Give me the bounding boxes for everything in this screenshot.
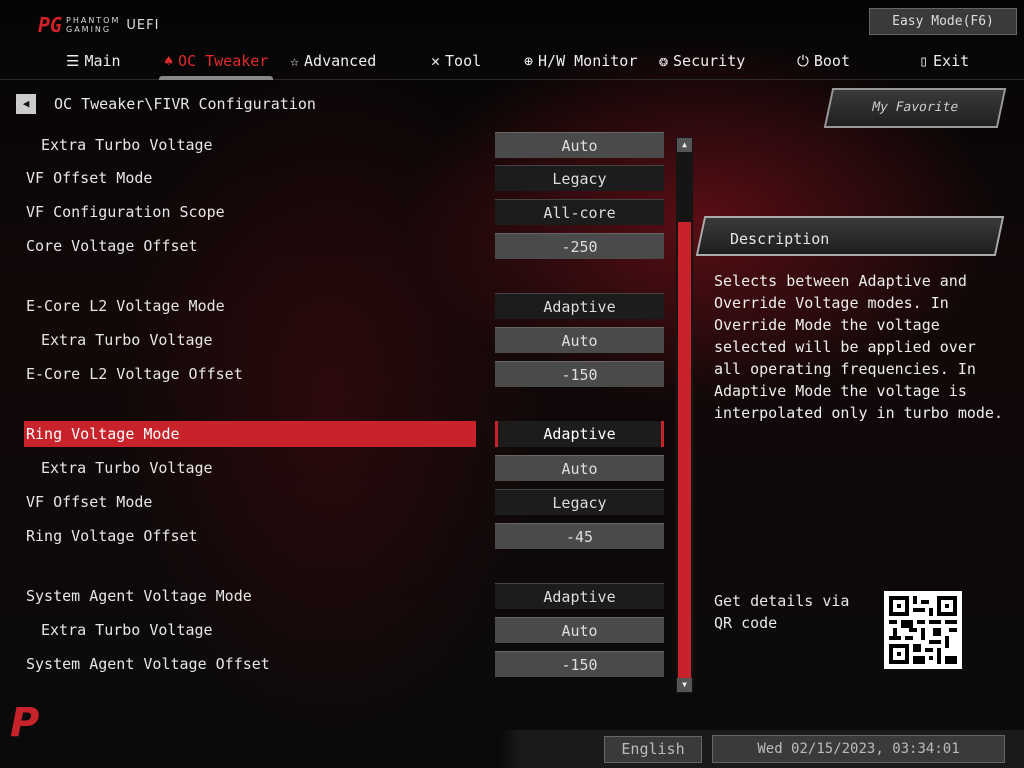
back-button[interactable]: ◀ (16, 94, 36, 114)
setting-value[interactable]: -250 (495, 233, 664, 259)
setting-value-selected[interactable]: Adaptive (495, 421, 664, 447)
setting-value[interactable]: Adaptive (495, 583, 664, 609)
setting-label[interactable]: Extra Turbo Voltage (24, 132, 476, 158)
exit-icon: ▯ (919, 52, 929, 70)
brand-uefi: UEFI (126, 17, 160, 33)
flame-icon: ♠ (164, 52, 174, 70)
setting-value[interactable]: Auto (495, 455, 664, 481)
brand-logo: PG PHANTOM GAMING UEFI (38, 14, 159, 36)
brand-line2: GAMING (66, 25, 112, 34)
setting-value[interactable]: Adaptive (495, 293, 664, 319)
scroll-up-icon[interactable]: ▲ (677, 138, 692, 152)
setting-label[interactable]: VF Offset Mode (24, 489, 476, 515)
qr-code-icon (889, 596, 957, 664)
tab-label: Main (84, 52, 121, 70)
scrollbar[interactable]: ▲ ▼ (676, 137, 693, 693)
setting-label-selected[interactable]: Ring Voltage Mode (24, 421, 476, 447)
setting-label[interactable]: Extra Turbo Voltage (24, 327, 476, 353)
setting-label[interactable]: Ring Voltage Offset (24, 523, 476, 549)
scroll-down-icon[interactable]: ▼ (677, 678, 692, 692)
tab-label: Boot (813, 52, 850, 70)
description-title: Description (730, 230, 830, 248)
tab-main[interactable]: ☰ Main (66, 52, 121, 70)
brand-line1: PHANTOM (66, 16, 121, 25)
tab-oc-tweaker[interactable]: ♠ OC Tweaker (158, 52, 274, 80)
tab-label: Security (673, 52, 746, 70)
list-icon: ☰ (66, 52, 80, 70)
tab-tool[interactable]: ✕ Tool (431, 52, 481, 70)
setting-value[interactable]: Auto (495, 132, 664, 158)
globe-icon: ⊕ (524, 52, 534, 70)
setting-label[interactable]: E-Core L2 Voltage Offset (24, 361, 476, 387)
setting-label[interactable]: Extra Turbo Voltage (24, 617, 476, 643)
setting-value[interactable]: Auto (495, 617, 664, 643)
setting-label[interactable]: Extra Turbo Voltage (24, 455, 476, 481)
setting-label[interactable]: VF Configuration Scope (24, 199, 476, 225)
tab-label: OC Tweaker (178, 52, 269, 70)
setting-label[interactable]: Core Voltage Offset (24, 233, 476, 259)
setting-value[interactable]: Legacy (495, 165, 664, 191)
setting-value[interactable]: -150 (495, 651, 664, 677)
datetime-display: Wed 02/15/2023, 03:34:01 (712, 735, 1005, 763)
setting-value[interactable]: All-core (495, 199, 664, 225)
setting-value[interactable]: Legacy (495, 489, 664, 515)
breadcrumb-text: OC Tweaker\FIVR Configuration (54, 95, 316, 113)
tab-boot[interactable]: ⏻ Boot (797, 52, 850, 70)
setting-value[interactable]: -45 (495, 523, 664, 549)
easy-mode-button[interactable]: Easy Mode(F6) (869, 8, 1017, 35)
setting-value[interactable]: Auto (495, 327, 664, 353)
my-favorite-button[interactable]: My Favorite (823, 88, 1007, 128)
tab-label: H/W Monitor (538, 52, 638, 70)
shield-icon: ❂ (659, 52, 669, 70)
breadcrumb: ◀ OC Tweaker\FIVR Configuration (16, 94, 316, 114)
tab-exit[interactable]: ▯ Exit (919, 52, 969, 70)
tab-security[interactable]: ❂ Security (659, 52, 745, 70)
tab-label: Tool (445, 52, 482, 70)
star-icon: ☆ (290, 52, 300, 70)
qr-code (884, 591, 962, 669)
setting-value[interactable]: -150 (495, 361, 664, 387)
phantom-gaming-bottom-logo-icon: P (10, 700, 40, 746)
setting-label[interactable]: System Agent Voltage Mode (24, 583, 476, 609)
scrollbar-thumb[interactable] (678, 222, 691, 679)
tab-label: Advanced (304, 52, 377, 70)
description-text: Selects between Adaptive and Override Vo… (714, 272, 1003, 422)
tab-advanced[interactable]: ☆ Advanced (290, 52, 376, 70)
setting-label[interactable]: System Agent Voltage Offset (24, 651, 476, 677)
setting-label[interactable]: VF Offset Mode (24, 165, 476, 191)
tools-icon: ✕ (431, 52, 441, 70)
setting-label[interactable]: E-Core L2 Voltage Mode (24, 293, 476, 319)
tab-label: Exit (933, 52, 970, 70)
main-tabs: ☰ Main ♠ OC Tweaker ☆ Advanced ✕ Tool ⊕ H/W M… (0, 48, 1024, 80)
power-icon: ⏻ (797, 52, 809, 70)
language-button[interactable]: English (604, 736, 702, 763)
phantom-gaming-logo-icon: PG (38, 13, 63, 37)
qr-text: Get details via QR code (714, 592, 850, 632)
tab-hw-monitor[interactable]: ⊕ H/W Monitor (524, 52, 637, 70)
